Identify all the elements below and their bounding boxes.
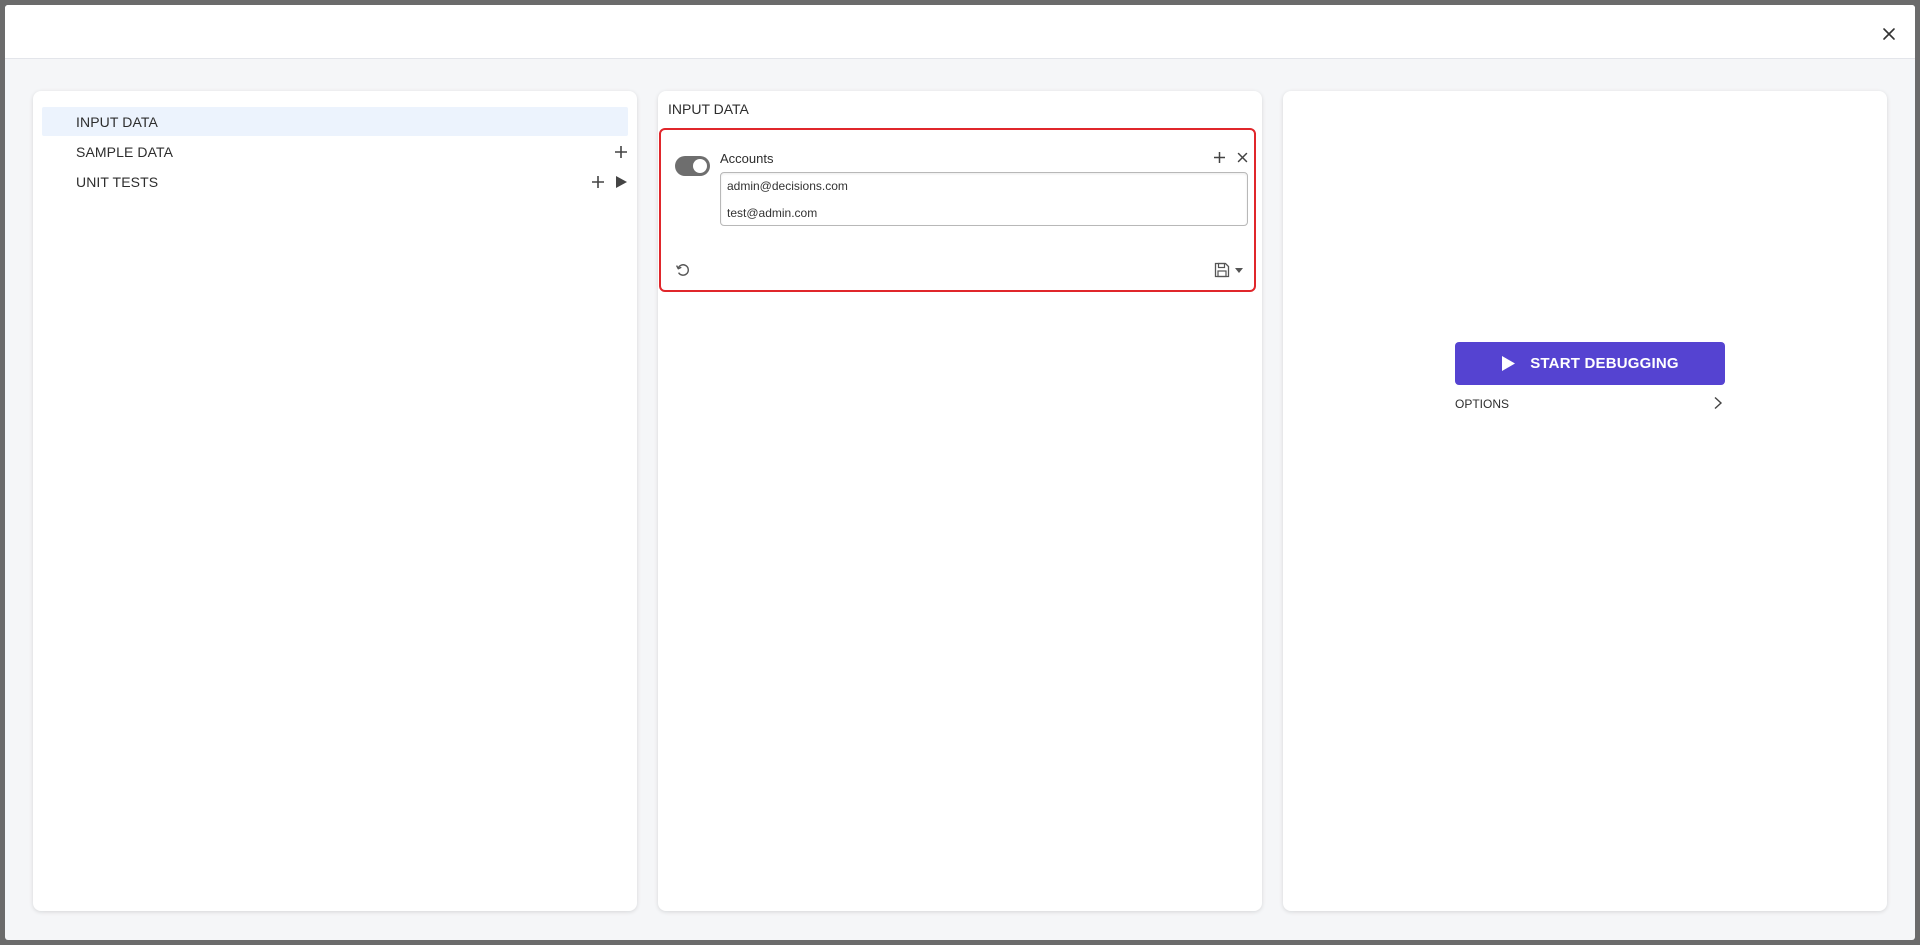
input-data-panel: INPUT DATA Accounts admin@decisions.com …	[658, 91, 1262, 911]
nav-item-label: UNIT TESTS	[76, 173, 159, 190]
remove-parameter-button[interactable]	[1233, 148, 1251, 166]
reset-icon	[675, 264, 689, 276]
play-icon	[1502, 356, 1516, 371]
close-icon	[1883, 28, 1895, 40]
navigation-panel: INPUT DATA SAMPLE DATA UNIT TESTS	[33, 91, 637, 911]
debug-dialog: INPUT DATA SAMPLE DATA UNIT TESTS INPUT …	[5, 5, 1915, 940]
nav-item-input-data[interactable]: INPUT DATA	[42, 107, 628, 136]
nav-item-sample-data[interactable]: SAMPLE DATA	[42, 137, 628, 166]
run-unit-tests-button[interactable]	[611, 172, 631, 192]
chevron-right-icon	[1714, 396, 1723, 410]
close-button[interactable]	[1877, 22, 1901, 46]
panel-title: INPUT DATA	[668, 101, 749, 117]
toggle-knob	[693, 159, 707, 173]
save-button[interactable]	[1210, 261, 1246, 279]
play-icon	[616, 175, 627, 188]
caret-down-icon	[1234, 268, 1243, 273]
parameter-name: Accounts	[720, 151, 774, 166]
options-label: OPTIONS	[1455, 397, 1510, 411]
start-debugging-label: START DEBUGGING	[1530, 355, 1679, 372]
options-expander[interactable]: OPTIONS	[1455, 394, 1725, 414]
nav-item-unit-tests[interactable]: UNIT TESTS	[42, 167, 628, 196]
add-value-button[interactable]	[1210, 148, 1228, 166]
plus-icon	[615, 145, 627, 158]
parameter-enabled-toggle[interactable]	[675, 156, 710, 176]
add-sample-data-button[interactable]	[611, 142, 631, 162]
nav-item-label: INPUT DATA	[76, 113, 158, 130]
save-icon	[1214, 262, 1229, 278]
close-icon	[1237, 152, 1247, 162]
nav-item-label: SAMPLE DATA	[76, 143, 174, 160]
debug-panel: START DEBUGGING OPTIONS	[1283, 91, 1887, 911]
list-item[interactable]: test@admin.com	[727, 206, 817, 220]
add-unit-test-button[interactable]	[588, 172, 608, 192]
parameter-card: Accounts admin@decisions.com test@admin.…	[659, 128, 1256, 292]
accounts-value-list[interactable]: admin@decisions.com test@admin.com	[720, 172, 1248, 226]
list-item[interactable]: admin@decisions.com	[727, 179, 848, 193]
dialog-header	[5, 5, 1915, 59]
reset-button[interactable]	[674, 261, 692, 279]
plus-icon	[592, 175, 604, 188]
start-debugging-button[interactable]: START DEBUGGING	[1455, 342, 1725, 385]
plus-icon	[1213, 151, 1225, 163]
